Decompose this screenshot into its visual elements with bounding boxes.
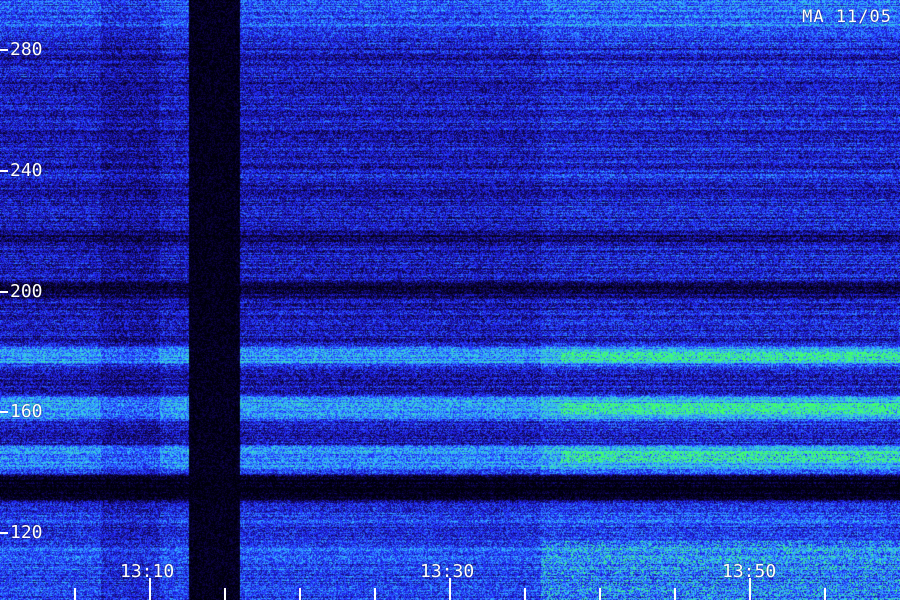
x-tick [674,588,676,600]
spectrogram-viewer: MA 11/05 280 240 200 160 120 13:10 13:30… [0,0,900,600]
y-label-120: 120 [10,522,43,543]
y-label-240: 240 [10,160,43,181]
y-tick-120 [0,532,8,534]
x-tick [599,588,601,600]
x-tick [824,588,826,600]
y-tick-280 [0,49,8,51]
y-tick-200 [0,291,8,293]
x-tick [749,578,751,600]
x-label-1330: 13:30 [420,561,475,582]
x-tick [149,578,151,600]
x-tick [74,588,76,600]
x-tick [374,588,376,600]
y-label-200: 200 [10,281,43,302]
y-label-280: 280 [10,39,43,60]
x-tick [224,588,226,600]
date-label: MA 11/05 [802,7,892,27]
y-label-160: 160 [10,401,43,422]
x-label-1310: 13:10 [120,561,175,582]
spectrogram-image [0,0,900,600]
x-tick [299,588,301,600]
x-tick [524,588,526,600]
x-tick [449,578,451,600]
y-tick-240 [0,170,8,172]
y-tick-160 [0,411,8,413]
